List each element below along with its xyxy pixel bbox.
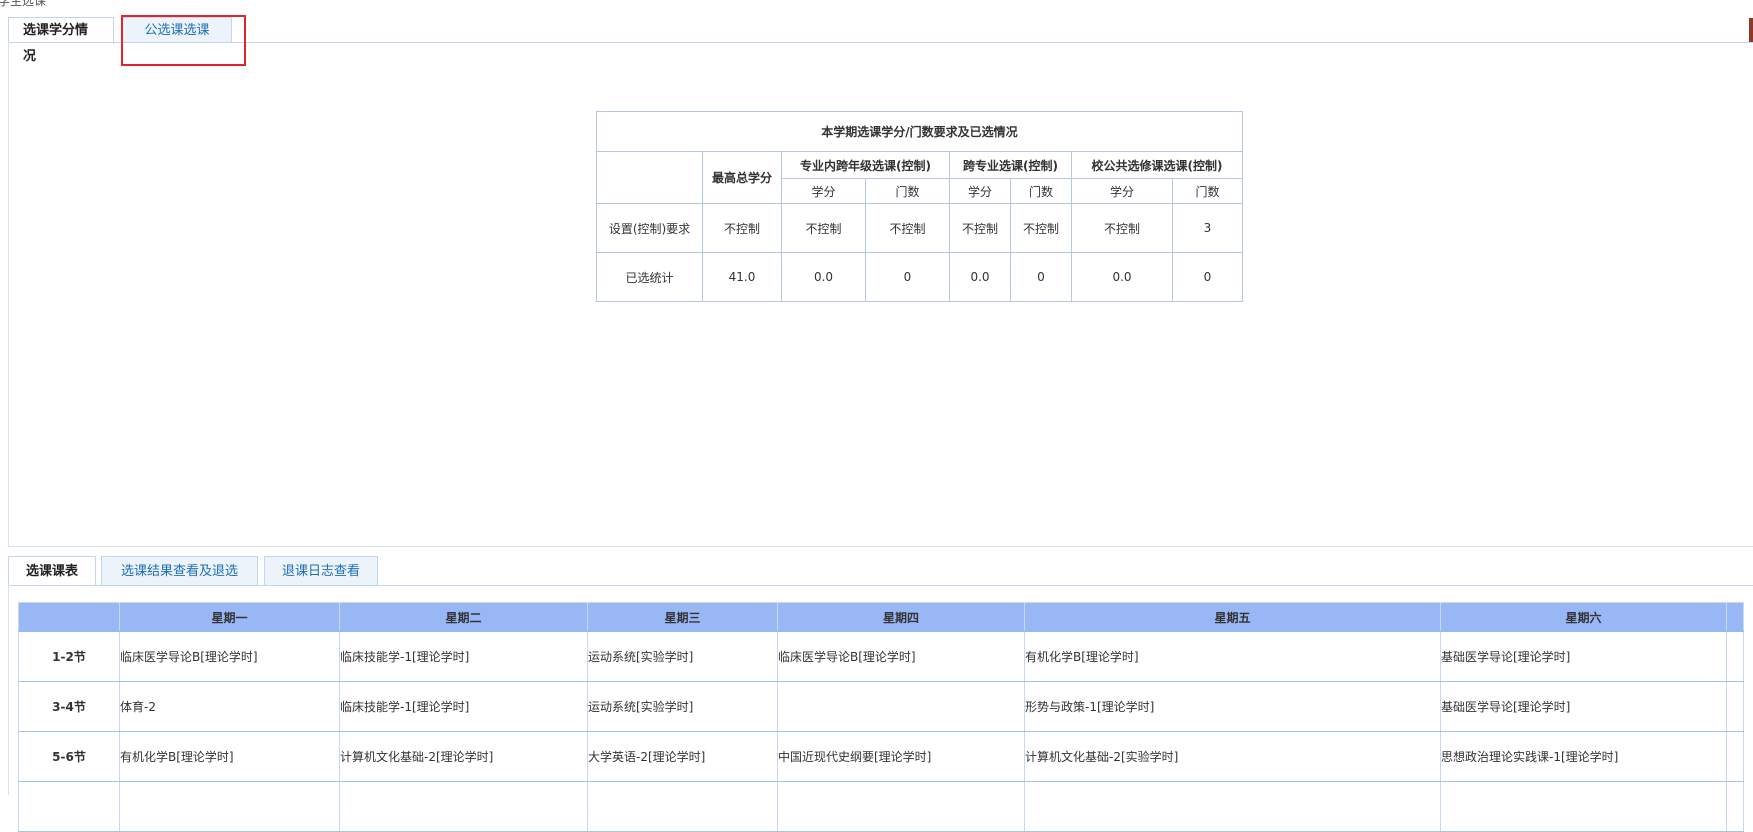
course-cell[interactable]: 基础医学导论[理论学时]: [1440, 681, 1727, 732]
tab-credit-status[interactable]: 选课学分情况: [8, 17, 114, 64]
overflow-header: [1726, 602, 1744, 632]
max-credit-header: 最高总学分: [702, 151, 782, 204]
sub-header-credit: 学分: [949, 178, 1011, 204]
course-cell[interactable]: [587, 781, 778, 832]
g3-credit-cell: 0.0: [1071, 252, 1173, 302]
g3-credit-cell: 不控制: [1071, 203, 1173, 253]
day-header: 星期三: [587, 602, 778, 632]
sub-header-count: 门数: [1172, 178, 1243, 204]
g1-count-cell: 不控制: [865, 203, 950, 253]
corner-header: [18, 602, 120, 632]
g2-count-cell: 不控制: [1010, 203, 1072, 253]
sub-header-credit: 学分: [1071, 178, 1173, 204]
group2-header: 跨专业选课(控制): [949, 151, 1072, 179]
max-credit-cell: 41.0: [702, 252, 782, 302]
course-cell[interactable]: 临床医学导论B[理论学时]: [119, 631, 340, 682]
g2-credit-cell: 不控制: [949, 203, 1011, 253]
day-header: 星期一: [119, 602, 340, 632]
period-label: [18, 781, 120, 832]
empty-corner-cell: [596, 151, 703, 204]
top-tab-bar: 选课学分情况 公选课选课: [8, 17, 1753, 64]
tab-course-schedule[interactable]: 选课课表: [8, 556, 96, 586]
sub-header-count: 门数: [865, 178, 950, 204]
g1-count-cell: 0: [865, 252, 950, 302]
g3-count-cell: 3: [1172, 203, 1243, 253]
course-cell[interactable]: 运动系统[实验学时]: [587, 681, 778, 732]
tab-result-view-drop[interactable]: 选课结果查看及退选: [101, 556, 258, 585]
schedule-row: 1-2节 临床医学导论B[理论学时] 临床技能学-1[理论学时] 运动系统[实验…: [18, 631, 1744, 682]
selected-stats-row: 已选统计 41.0 0.0 0 0.0 0 0.0 0: [596, 252, 1243, 302]
course-cell[interactable]: [777, 781, 1025, 832]
g2-count-cell: 0: [1010, 252, 1072, 302]
course-cell[interactable]: 基础医学导论[理论学时]: [1440, 631, 1727, 682]
course-cell[interactable]: 计算机文化基础-2[理论学时]: [339, 731, 588, 782]
sub-header-count: 门数: [1010, 178, 1072, 204]
course-cell[interactable]: 形势与政策-1[理论学时]: [1024, 681, 1441, 732]
course-cell[interactable]: 体育-2: [119, 681, 340, 732]
schedule-header-row: 星期一 星期二 星期三 星期四 星期五 星期六: [18, 602, 1744, 632]
course-cell[interactable]: 运动系统[实验学时]: [587, 631, 778, 682]
sub-header-credit: 学分: [781, 178, 866, 204]
tab-public-elective[interactable]: 公选课选课: [122, 17, 232, 43]
course-cell[interactable]: [1024, 781, 1441, 832]
course-cell[interactable]: 计算机文化基础-2[实验学时]: [1024, 731, 1441, 782]
day-header: 星期六: [1440, 602, 1727, 632]
row-label: 设置(控制)要求: [596, 203, 703, 253]
course-cell[interactable]: 临床技能学-1[理论学时]: [339, 681, 588, 732]
course-cell[interactable]: 思想政治理论实践课-1[理论学时]: [1440, 731, 1727, 782]
course-cell[interactable]: [777, 681, 1025, 732]
course-cell[interactable]: [1440, 781, 1727, 832]
overflow-cell: [1726, 781, 1744, 832]
credit-requirements-table: 本学期选课学分/门数要求及已选情况 最高总学分 专业内跨年级选课(控制) 跨专业…: [596, 111, 1243, 302]
schedule-row: [18, 781, 1744, 832]
day-header: 星期五: [1024, 602, 1441, 632]
requirement-row: 设置(控制)要求 不控制 不控制 不控制 不控制 不控制 不控制 3: [596, 203, 1243, 253]
period-label: 5-6节: [18, 731, 120, 782]
course-cell[interactable]: 中国近现代史纲要[理论学时]: [777, 731, 1025, 782]
period-label: 3-4节: [18, 681, 120, 732]
row-label: 已选统计: [596, 252, 703, 302]
group1-header: 专业内跨年级选课(控制): [781, 151, 950, 179]
course-cell[interactable]: 临床医学导论B[理论学时]: [777, 631, 1025, 682]
g1-credit-cell: 0.0: [781, 252, 866, 302]
day-header: 星期四: [777, 602, 1025, 632]
group3-header: 校公共选修课选课(控制): [1071, 151, 1243, 179]
course-cell[interactable]: 大学英语-2[理论学时]: [587, 731, 778, 782]
g1-credit-cell: 不控制: [781, 203, 866, 253]
credit-table-title: 本学期选课学分/门数要求及已选情况: [596, 111, 1243, 152]
period-label: 1-2节: [18, 631, 120, 682]
schedule-row: 3-4节 体育-2 临床技能学-1[理论学时] 运动系统[实验学时] 形势与政策…: [18, 681, 1744, 732]
bottom-tab-bar: 选课课表 选课结果查看及退选 退课日志查看: [8, 556, 1753, 586]
overflow-cell: [1726, 631, 1744, 682]
tab-drop-log[interactable]: 退课日志查看: [264, 556, 378, 585]
schedule-row: 5-6节 有机化学B[理论学时] 计算机文化基础-2[理论学时] 大学英语-2[…: [18, 731, 1744, 782]
overflow-cell: [1726, 731, 1744, 782]
course-cell[interactable]: 有机化学B[理论学时]: [119, 731, 340, 782]
day-header: 星期二: [339, 602, 588, 632]
course-cell[interactable]: [119, 781, 340, 832]
g2-credit-cell: 0.0: [949, 252, 1011, 302]
page-title: 学生选课: [0, 0, 47, 8]
g3-count-cell: 0: [1172, 252, 1243, 302]
max-credit-cell: 不控制: [702, 203, 782, 253]
course-cell[interactable]: 有机化学B[理论学时]: [1024, 631, 1441, 682]
overflow-cell: [1726, 681, 1744, 732]
course-cell[interactable]: [339, 781, 588, 832]
course-cell[interactable]: 临床技能学-1[理论学时]: [339, 631, 588, 682]
course-schedule-table: 星期一 星期二 星期三 星期四 星期五 星期六 1-2节 临床医学导论B[理论学…: [18, 602, 1744, 832]
